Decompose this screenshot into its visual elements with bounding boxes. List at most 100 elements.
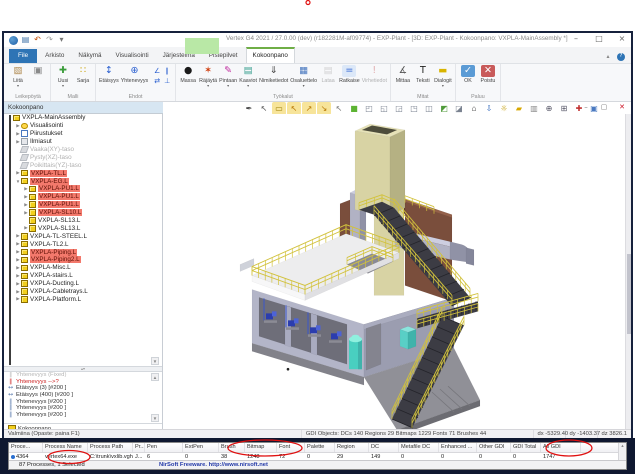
angle-icon[interactable]: ∠	[152, 66, 162, 76]
constraint-item-et-isyys-400-200[interactable]: ↔Etäisyys (400) [#200 ]	[4, 392, 162, 399]
tree-item-vxpla-pu1-l[interactable]: ▶VXPLA-PU1.L	[4, 193, 162, 201]
constraint-item-yhtenevyys-200[interactable]: ∥Yhtenevyys [#200 ]	[4, 412, 162, 419]
tree-item-piirustukset[interactable]: ▶Piirustukset	[4, 130, 162, 138]
constraints-scroll-up-button[interactable]: ▲	[151, 373, 159, 381]
parallel-icon[interactable]: ∥	[162, 66, 172, 76]
tree-item-vxpla-cabletrays-l[interactable]: ▶VXPLA-Cabletrays.L	[4, 288, 162, 296]
gdiview-footer: 87 Processes, 1 Selected NirSoft Freewar…	[9, 460, 626, 469]
gdiview-brand-link[interactable]: NirSoft Freeware. http://www.nirsoft.net	[159, 462, 268, 468]
column-header-font[interactable]: Font	[277, 443, 305, 452]
tree-item-vxpla-pu1-l[interactable]: ▶VXPLA-PU1.L	[4, 185, 162, 193]
teksti-button[interactable]: TTeksti	[414, 65, 432, 84]
ribbon-group-ehdot: ↕Etäisyys⊕Yhtenevyys∠∥⇄⊥Ehdot	[96, 64, 176, 101]
r-j-yt-button[interactable]: ✶Räjäytä▾	[199, 65, 217, 88]
tree-item-vxpla-sl10-l[interactable]: ▶VXPLA-SL10.L	[4, 209, 162, 217]
vertex-logo-icon[interactable]	[9, 36, 18, 45]
tree-item-vaaka-xy-taso[interactable]: Vaaka(XY)-taso	[4, 146, 162, 154]
perpendicular-icon[interactable]: ⊥	[162, 76, 172, 86]
column-header-other-gdi[interactable]: Other GDI	[477, 443, 511, 452]
save-icon[interactable]: ▤	[21, 36, 30, 45]
tree-item-vxpla-stairs-l[interactable]: ▶VXPLA-stairs.L	[4, 272, 162, 280]
tree-item-vxpla-eg-l[interactable]: ▼VXPLA-EG.L	[4, 177, 162, 185]
constraint-item-et-isyys-3-200[interactable]: ↔Etäisyys (3) [#200 ]	[4, 385, 162, 392]
uusi-button[interactable]: ✚Uusi▾	[54, 65, 72, 88]
constraint-item-yhtenevyys-200[interactable]: ∥Yhtenevyys [#200 ]	[4, 398, 162, 405]
constraints-scroll-down-button[interactable]: ▼	[151, 414, 159, 422]
tree-item-vxpla-sl13-l[interactable]: ▶VXPLA-SL13.L	[4, 224, 162, 232]
help-button[interactable]: ?	[617, 53, 625, 61]
tree-item-ilmiasut[interactable]: ▶Ilmiasut	[4, 138, 162, 146]
ok-button[interactable]: ✓OK	[459, 65, 477, 84]
tree-scroll-down-button[interactable]: ▼	[151, 357, 159, 365]
collapse-ribbon-button[interactable]: ▴	[604, 53, 612, 61]
3d-viewport[interactable]	[163, 114, 631, 433]
osaluettelo-button[interactable]: ▦Osaluettelo▾	[290, 65, 317, 88]
column-header-extpen[interactable]: ExtPen	[183, 443, 219, 452]
poistu-button[interactable]: ✕Poistu	[479, 65, 497, 84]
mdi-close-button[interactable]: ✕	[617, 102, 627, 112]
tree-item-vxpla-piping2-l[interactable]: ▶VXPLA-Piping2.L	[4, 256, 162, 264]
copy-icon-button[interactable]: ▣	[29, 65, 47, 78]
column-header-palette[interactable]: Palette	[305, 443, 335, 452]
tree-item-pysty-xz-taso[interactable]: Pysty(XZ)-taso	[4, 153, 162, 161]
redo-icon[interactable]: ↷	[45, 36, 54, 45]
close-button[interactable]: ×	[617, 34, 627, 44]
tree-item-vxpla-sl13-l[interactable]: VXPLA-SL13.L	[4, 217, 162, 225]
tank[interactable]	[349, 335, 362, 369]
tree-item-visualisointi[interactable]: ▶Visualisointi	[4, 122, 162, 130]
column-header-pen[interactable]: Pen	[145, 443, 183, 452]
column-header-process-name[interactable]: Process Name	[43, 443, 88, 452]
constraint-item-yhtenevyys-200[interactable]: ∥Yhtenevyys [#200 ]	[4, 405, 162, 412]
mdi-restore-button[interactable]: ▢	[599, 102, 609, 112]
maximize-button[interactable]: □	[594, 34, 604, 44]
tab-arkisto[interactable]: Arkisto	[39, 49, 70, 63]
qat-dropdown-icon[interactable]: ▾	[57, 36, 66, 45]
column-header-enhanced[interactable]: Enhanced ...	[439, 443, 477, 452]
nimiketiedot-button[interactable]: ⇓Nimiketiedot	[259, 65, 288, 84]
tree-item-vxpla-piping-l[interactable]: ▶VXPLA-Piping.L	[4, 248, 162, 256]
tree-item-vxpla-tl-steel-l[interactable]: ▶VXPLA-TL-STEEL.L	[4, 232, 162, 240]
constraint-item-yhtenevyys-fixed[interactable]: ∥Yhtenevyys (Fixed)	[4, 372, 162, 379]
massa-button[interactable]: ●Massa	[179, 65, 197, 84]
column-header-region[interactable]: Region	[335, 443, 369, 452]
tree-item-poikittais-yz-taso[interactable]: Poikittais(YZ)-taso	[4, 161, 162, 169]
pintaan-button[interactable]: ✎Pintaan▾	[219, 65, 237, 88]
column-header-gdi-total[interactable]: GDI Total	[511, 443, 541, 452]
tab-visualisointi[interactable]: Visualisointi	[110, 49, 155, 63]
viewport-scrollbar[interactable]	[625, 114, 631, 433]
et-isyys-button[interactable]: ↕Etäisyys	[99, 65, 119, 84]
tab-file[interactable]: File	[9, 49, 37, 63]
column-header-process-path[interactable]: Process Path	[88, 443, 133, 452]
tree-item-vxpla-pu1-l[interactable]: ▶VXPLA-PU1.L	[4, 201, 162, 209]
tree-item-vxpla-tl2-l[interactable]: ▶VXPLA-TL2.L	[4, 240, 162, 248]
tree-item-vxpla-misc-l[interactable]: ▶VXPLA-Misc.L	[4, 264, 162, 272]
mittaa-button[interactable]: ∡Mittaa	[394, 65, 412, 84]
mdi-minimize-button[interactable]: –	[581, 102, 591, 112]
tab-kokoonpano[interactable]: Kokoonpano	[246, 47, 295, 63]
kaaviot-button[interactable]: ▤Kaaviot▾	[239, 65, 257, 88]
yhtenevyys-button[interactable]: ⊕Yhtenevyys	[121, 65, 148, 84]
tree-item-vxpla-tl-l[interactable]: ▶VXPLA-TL.L	[4, 169, 162, 177]
tree-item-vxpla-ducting-l[interactable]: ▶VXPLA-Ducting.L	[4, 280, 162, 288]
undo-icon[interactable]: ↶	[33, 36, 42, 45]
cabinet[interactable]	[400, 326, 416, 349]
sarja-button[interactable]: ∷Sarja	[74, 65, 92, 84]
gdiview-scrollbar[interactable]: ▲	[618, 443, 626, 461]
column-header-proce[interactable]: Proce...	[9, 443, 43, 452]
column-header-brush[interactable]: Brush	[219, 443, 245, 452]
column-header-metafile-dc[interactable]: Metafile DC	[399, 443, 439, 452]
dialogit-button[interactable]: ▬Dialogit▾	[434, 65, 452, 88]
column-header-pr[interactable]: Pr...	[133, 443, 145, 452]
ratkaise-button[interactable]: =Ratkaise	[339, 65, 360, 84]
column-header-bitmap[interactable]: Bitmap	[245, 443, 277, 452]
tab-n-kym[interactable]: Näkymä	[72, 49, 107, 63]
liit-button[interactable]: ▧Liitä▾	[9, 65, 27, 88]
viewport-scroll-thumb[interactable]	[627, 254, 631, 334]
tree-item-vxpla-mainassembly[interactable]: VXPLA-MainAssembly	[4, 114, 162, 122]
column-header-all-gdi[interactable]: All GDI	[541, 443, 581, 452]
constraint-item-yhtenevyys[interactable]: ∥Yhtenevyys -->?	[4, 379, 162, 386]
symmetry-icon[interactable]: ⇄	[152, 76, 162, 86]
tree-item-vxpla-platform-l[interactable]: ▶VXPLA-Platform.L	[4, 295, 162, 303]
column-header-dc[interactable]: DC	[369, 443, 399, 452]
minimize-button[interactable]: –	[571, 34, 581, 44]
